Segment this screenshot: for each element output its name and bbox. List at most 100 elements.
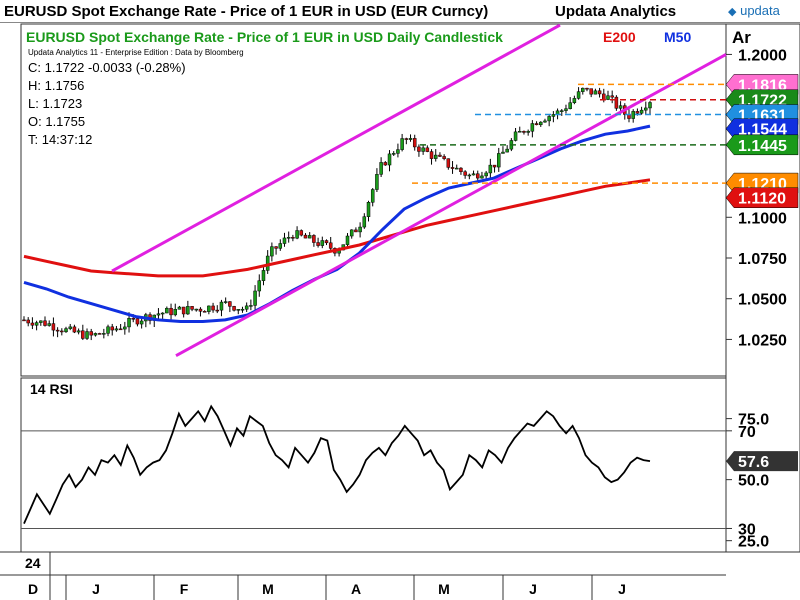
candle-body xyxy=(480,175,484,179)
ohlc-low: L: 1.1723 xyxy=(28,96,82,111)
candle-body xyxy=(320,240,325,246)
month-label: M xyxy=(262,581,274,597)
candle-body xyxy=(408,138,413,140)
candle-body xyxy=(299,230,304,236)
candle-body xyxy=(291,237,295,239)
candle-body xyxy=(81,330,85,339)
y-tick-label: 1.2000 xyxy=(738,47,787,64)
rsi-label: 14 RSI xyxy=(30,381,73,397)
candle-body xyxy=(135,318,140,325)
candle-body xyxy=(585,87,589,90)
candle-body xyxy=(316,242,320,246)
candle-body xyxy=(55,329,60,332)
candle-body xyxy=(39,320,43,323)
candle-body xyxy=(282,237,287,244)
candle-body xyxy=(265,255,270,271)
candle-body xyxy=(211,305,215,311)
y-tick-label: 1.1000 xyxy=(738,210,787,227)
candle-body xyxy=(467,174,472,177)
candle-body xyxy=(312,235,316,243)
candle-body xyxy=(421,147,425,152)
rsi-value-tag: 57.6 xyxy=(726,451,798,472)
candle-body xyxy=(639,109,644,114)
candle-body xyxy=(488,164,493,174)
year-label: 24 xyxy=(25,555,41,571)
candle-body xyxy=(207,305,211,312)
candle-body xyxy=(26,319,30,324)
candle-body xyxy=(127,318,131,328)
rsi-y-tick-label: 70 xyxy=(738,424,756,441)
candle-body xyxy=(240,308,245,311)
price-tag: 1.1120 xyxy=(725,187,799,208)
candle-body xyxy=(85,331,89,339)
candle-body xyxy=(106,326,110,334)
candle-body xyxy=(169,307,173,316)
candle-body xyxy=(249,305,253,307)
candle-body xyxy=(93,333,98,336)
month-label: J xyxy=(618,581,626,597)
candle-body xyxy=(631,111,635,119)
candle-body xyxy=(505,148,509,153)
price-tag-label: 1.1445 xyxy=(738,138,787,155)
candle-body xyxy=(593,90,598,95)
candle-body xyxy=(47,323,51,326)
candle-body xyxy=(610,95,614,98)
candle-body xyxy=(450,167,455,169)
chart-canvas[interactable]: 1.02501.05001.07501.10001.200075.07050.0… xyxy=(0,0,800,600)
candle-body xyxy=(471,173,476,176)
candle-body xyxy=(362,216,367,228)
candle-body xyxy=(232,306,236,311)
candle-body xyxy=(543,120,547,123)
ohlc-close: C: 1.1722 -0.0033 (-0.28%) xyxy=(28,60,186,75)
candle-body xyxy=(433,154,438,159)
legend-m50: M50 xyxy=(664,29,691,45)
y-tick-label: 1.0750 xyxy=(738,251,787,268)
candle-body xyxy=(60,330,64,333)
candle-body xyxy=(110,326,114,331)
candle-body xyxy=(383,162,388,166)
candle-body xyxy=(118,328,123,331)
candle-body xyxy=(261,270,266,281)
candle-body xyxy=(518,130,522,133)
candle-body xyxy=(446,158,451,168)
candle-body xyxy=(400,138,404,150)
candle-body xyxy=(76,330,81,333)
candle-body xyxy=(644,107,648,111)
month-label: D xyxy=(28,581,38,597)
candle-body xyxy=(307,235,312,239)
month-label: J xyxy=(92,581,100,597)
candle-body xyxy=(606,95,610,100)
candle-body xyxy=(534,123,539,126)
month-label: J xyxy=(529,581,537,597)
candle-body xyxy=(72,326,77,333)
candle-body xyxy=(602,93,606,100)
candle-body xyxy=(43,320,47,326)
candle-body xyxy=(354,229,358,233)
candle-body xyxy=(177,306,182,310)
candle-body xyxy=(417,146,421,152)
candle-body xyxy=(412,138,417,148)
legend-e200: E200 xyxy=(603,29,636,45)
candle-body xyxy=(547,116,551,122)
candle-body xyxy=(648,102,652,109)
price-tag: 1.1445 xyxy=(725,134,799,156)
chart-subtitle: EURUSD Spot Exchange Rate - Price of 1 E… xyxy=(26,29,503,45)
candle-body xyxy=(568,102,572,109)
candle-body xyxy=(253,290,257,306)
candle-body xyxy=(160,312,165,315)
candle-body xyxy=(349,229,354,237)
price-tag-label: 1.1120 xyxy=(738,191,786,208)
candle-body xyxy=(202,311,207,313)
month-label: F xyxy=(180,581,189,597)
candle-body xyxy=(51,323,56,331)
candle-body xyxy=(34,322,39,326)
candle-body xyxy=(387,153,392,166)
candle-body xyxy=(576,91,581,99)
candle-body xyxy=(522,130,526,133)
candle-body xyxy=(219,301,224,311)
candle-body xyxy=(278,243,283,249)
candle-body xyxy=(89,331,93,336)
candle-body xyxy=(492,164,497,168)
rsi-panel-frame xyxy=(20,377,727,553)
candle-body xyxy=(228,301,232,307)
